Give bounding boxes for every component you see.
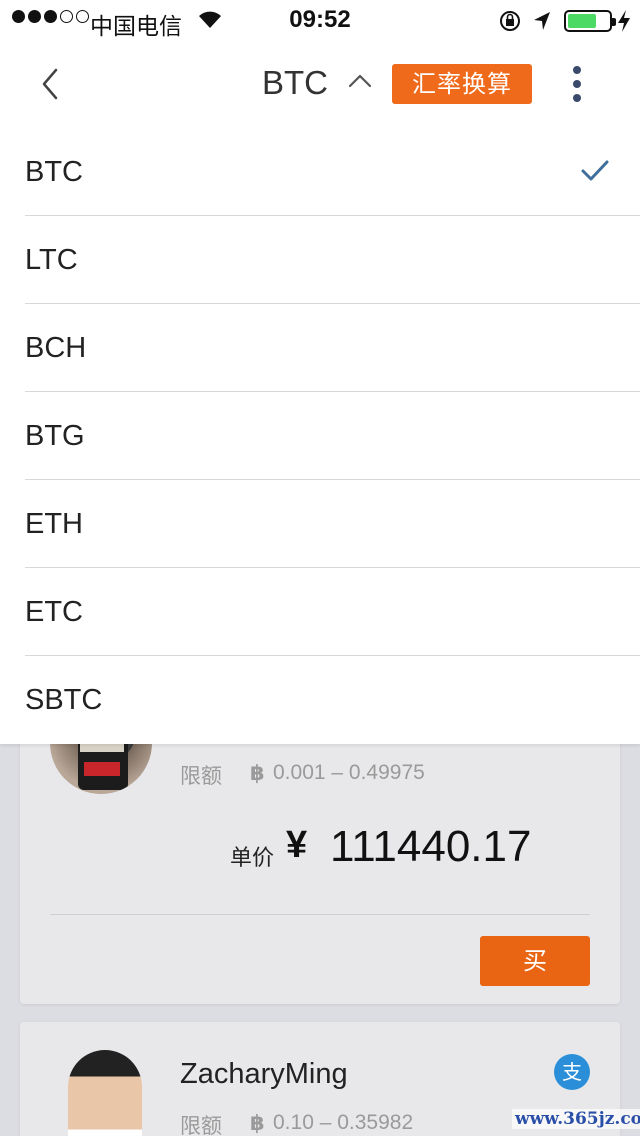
currency-selector-title[interactable]: BTC — [262, 64, 328, 102]
alipay-badge: 支 — [554, 1054, 590, 1090]
buy-button[interactable]: 买 — [480, 936, 590, 986]
currency-dropdown: BTC LTC BCH BTG ETH ETC SBTC — [0, 128, 640, 744]
price-currency: ¥ — [286, 824, 308, 866]
limit-range: 0.001 – 0.49975 — [273, 761, 425, 784]
location-arrow-icon — [534, 12, 550, 30]
back-chevron-icon[interactable] — [34, 62, 74, 106]
limit-label: 限额 — [180, 764, 222, 788]
avatar[interactable] — [68, 1050, 142, 1136]
battery-icon — [564, 10, 616, 32]
dropdown-item-etc[interactable]: ETC — [0, 568, 640, 656]
status-bar: 中国电信 09:52 — [0, 0, 640, 40]
bitcoin-icon: ฿ — [250, 1112, 265, 1135]
checkmark-icon — [581, 160, 609, 181]
seller-name[interactable]: ZacharyMing — [180, 1058, 348, 1091]
dropdown-item-label: ETH — [25, 508, 83, 540]
dropdown-item-sbtc[interactable]: SBTC — [0, 656, 640, 744]
dropdown-item-btg[interactable]: BTG — [0, 392, 640, 480]
nav-bar: BTC 汇率换算 — [0, 40, 640, 128]
orientation-lock-icon — [500, 11, 520, 31]
dropdown-item-ltc[interactable]: LTC — [0, 216, 640, 304]
listing-card[interactable]: 限额 ฿ 0.001 – 0.49975 单价 ¥ 111440.17 买 — [20, 700, 620, 1004]
dropdown-item-label: LTC — [25, 244, 78, 276]
price-label: 单价 — [230, 846, 275, 871]
dropdown-item-eth[interactable]: ETH — [0, 480, 640, 568]
divider — [50, 914, 590, 915]
caret-up-icon[interactable] — [346, 70, 374, 92]
dropdown-item-label: BTC — [25, 156, 83, 188]
exchange-rate-button[interactable]: 汇率换算 — [392, 64, 532, 104]
dropdown-item-btc[interactable]: BTC — [0, 128, 640, 216]
bitcoin-icon: ฿ — [250, 762, 265, 785]
dropdown-item-label: ETC — [25, 596, 83, 628]
limit-range: 0.10 – 0.35982 — [273, 1111, 414, 1134]
dropdown-item-label: BCH — [25, 332, 87, 364]
more-vertical-icon[interactable] — [569, 66, 585, 102]
dropdown-item-label: BTG — [25, 420, 85, 452]
limit-label: 限额 — [180, 1114, 222, 1136]
price-value: 111440.17 — [330, 822, 532, 871]
dropdown-item-bch[interactable]: BCH — [0, 304, 640, 392]
dropdown-item-label: SBTC — [25, 684, 103, 716]
charging-bolt-icon — [618, 10, 630, 32]
watermark: www.365jz.com — [512, 1109, 640, 1129]
